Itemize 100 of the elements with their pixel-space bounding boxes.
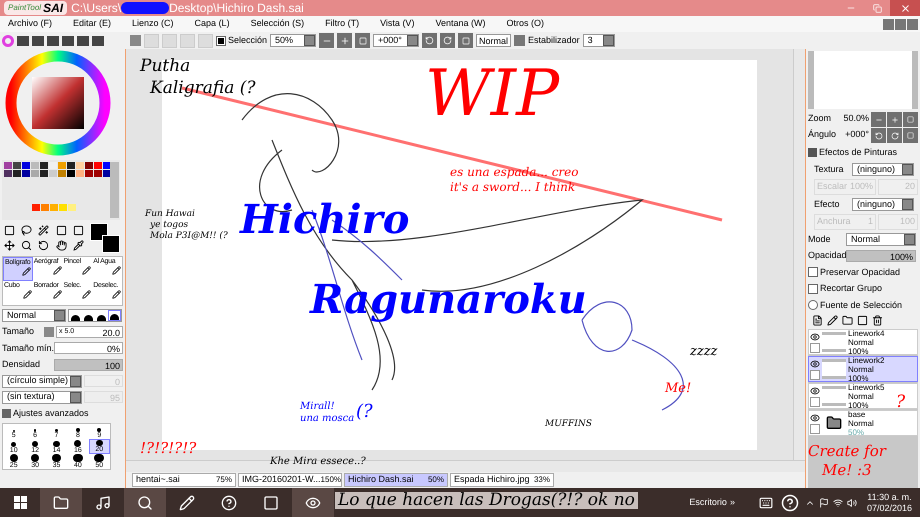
desktop-toolbar-label[interactable]: Escritorio xyxy=(689,496,727,510)
layer-opacity: 50% xyxy=(848,428,866,436)
effect-dropdown[interactable]: (ninguno) xyxy=(852,198,914,211)
tray-icon[interactable] xyxy=(818,498,829,508)
menu-item[interactable]: Otros (O) xyxy=(506,17,544,31)
panel-mode-icon[interactable] xyxy=(62,36,74,46)
doc-window-button[interactable] xyxy=(895,18,906,30)
layer-mode-dropdown[interactable]: Normal xyxy=(846,232,916,246)
handwritten-note: Lo que hacen las Drogas(?!? ok no xyxy=(335,492,638,509)
blend-mode-field[interactable]: Normal xyxy=(476,34,512,47)
rotate-right-button[interactable] xyxy=(440,33,456,48)
panel-mode-icon[interactable] xyxy=(47,36,59,46)
color-swatch-drawing[interactable] xyxy=(90,223,120,253)
doc-window-button[interactable] xyxy=(907,18,918,30)
eye-icon[interactable] xyxy=(810,386,820,396)
advanced-settings-label[interactable]: Ajustes avanzados xyxy=(13,406,89,420)
menu-item[interactable]: Vista (V) xyxy=(380,17,414,31)
radio-button[interactable] xyxy=(808,300,818,310)
layer-action-icon[interactable] xyxy=(812,315,823,326)
lock-toggle[interactable] xyxy=(810,342,820,352)
help-icon[interactable] xyxy=(780,494,799,512)
menu-item[interactable]: Capa (L) xyxy=(194,17,230,31)
reset-zoom-button[interactable] xyxy=(903,112,918,127)
tool-icon[interactable] xyxy=(36,224,52,237)
taskbar-app-icon[interactable] xyxy=(40,488,82,517)
expand-icon[interactable] xyxy=(2,408,11,418)
keyboard-icon[interactable] xyxy=(758,496,773,510)
toolbar-chevron[interactable]: » xyxy=(730,496,735,510)
document-tab[interactable]: IMG-20160201-W...150% xyxy=(238,473,342,487)
brush-shape-icon[interactable] xyxy=(108,310,121,321)
reset-rotation-button[interactable] xyxy=(903,128,918,143)
layer-opacity: 100% xyxy=(848,374,870,382)
tool-icon[interactable] xyxy=(2,224,17,237)
angle-dropdown[interactable]: +000° xyxy=(373,34,420,47)
eye-icon[interactable] xyxy=(810,412,820,422)
document-tab[interactable]: hentai~.sai 75% xyxy=(132,473,236,487)
handwritten-note: ye togos xyxy=(150,221,188,230)
min-size-field[interactable]: 0% xyxy=(54,342,123,354)
zoom-in-button[interactable] xyxy=(887,112,902,127)
layer-action-icon[interactable] xyxy=(872,315,883,326)
lock-toggle[interactable] xyxy=(810,424,820,434)
collapse-icon[interactable] xyxy=(808,148,817,158)
document-tab[interactable]: Hichiro Dash.sai 50% xyxy=(344,473,448,487)
layer-row[interactable]: Linework4 Normal 100% xyxy=(808,329,918,355)
rotate-right-button[interactable] xyxy=(887,128,902,143)
zoom-out-button[interactable] xyxy=(871,112,886,127)
eye-icon[interactable] xyxy=(810,332,820,342)
menu-item[interactable]: Filtro (T) xyxy=(325,17,360,31)
tool-icon[interactable] xyxy=(2,239,17,252)
rotate-left-button[interactable] xyxy=(871,128,886,143)
lock-toggle[interactable] xyxy=(810,396,820,406)
menu-item[interactable]: Editar (E) xyxy=(73,17,112,31)
tray-icon[interactable] xyxy=(846,498,857,508)
texture-dropdown[interactable]: (sin textura) xyxy=(2,390,82,404)
reset-zoom-button[interactable] xyxy=(355,33,370,48)
panel-mode-icon[interactable] xyxy=(77,36,89,46)
panel-mode-icon[interactable] xyxy=(92,36,104,46)
checkbox[interactable] xyxy=(808,267,818,278)
texture-dropdown[interactable]: (ninguno) xyxy=(852,162,914,176)
reset-rotation-icon xyxy=(462,36,470,44)
layer-action-icon[interactable] xyxy=(827,315,838,326)
zoom-in-icon xyxy=(340,36,350,46)
panel-mode-icon[interactable] xyxy=(32,36,44,46)
zoom-in-icon xyxy=(890,116,898,124)
menu-item[interactable]: Ventana (W) xyxy=(435,17,486,31)
tray-icon[interactable] xyxy=(832,498,843,508)
dropdown-icon[interactable] xyxy=(44,326,54,337)
menu-item[interactable]: Selección (S) xyxy=(250,17,304,31)
color-palette[interactable] xyxy=(2,160,120,220)
panel-mode-icon[interactable] xyxy=(17,36,29,46)
close-icon xyxy=(900,2,910,14)
tool-icon[interactable] xyxy=(19,224,34,237)
reset-rotation-button[interactable] xyxy=(458,33,474,48)
menu-item[interactable]: Archivo (F) xyxy=(8,17,52,31)
shape-dropdown[interactable]: (círculo simple) xyxy=(2,374,82,388)
zoom-dropdown[interactable]: 50% xyxy=(270,34,316,47)
tool-icon[interactable] xyxy=(54,239,69,252)
layer-row[interactable]: base Normal 50% xyxy=(808,410,918,436)
handwritten-note: Mola P3I@M!! (? xyxy=(150,232,228,241)
checkbox[interactable] xyxy=(216,36,226,46)
close-button[interactable] xyxy=(890,0,920,16)
rotate-left-button[interactable] xyxy=(422,33,438,48)
menu-item[interactable]: Lienzo (C) xyxy=(132,17,174,31)
layer-row[interactable]: Linework2 Normal 100% xyxy=(808,356,918,382)
zoom-out-button[interactable] xyxy=(319,33,334,48)
layer-action-icon[interactable] xyxy=(842,315,853,326)
checkbox[interactable] xyxy=(808,284,818,294)
zoom-in-button[interactable] xyxy=(337,33,352,48)
layer-action-icon[interactable] xyxy=(857,315,868,326)
vertical-scrollbar[interactable] xyxy=(793,49,805,460)
stabilizer-dropdown[interactable]: 3 xyxy=(582,34,615,47)
toolbar-button[interactable] xyxy=(514,35,526,46)
selection-label: Selección xyxy=(228,34,268,47)
eye-icon[interactable] xyxy=(810,358,820,368)
doc-window-button[interactable] xyxy=(883,18,894,30)
taskbar-app-icon[interactable] xyxy=(292,488,334,517)
lock-toggle[interactable] xyxy=(810,370,820,380)
document-tab[interactable]: Espada Hichiro.jpg 33% xyxy=(450,473,554,487)
mode-dropdown[interactable]: Normal xyxy=(2,309,66,322)
taskbar-app-icon[interactable] xyxy=(124,488,166,517)
